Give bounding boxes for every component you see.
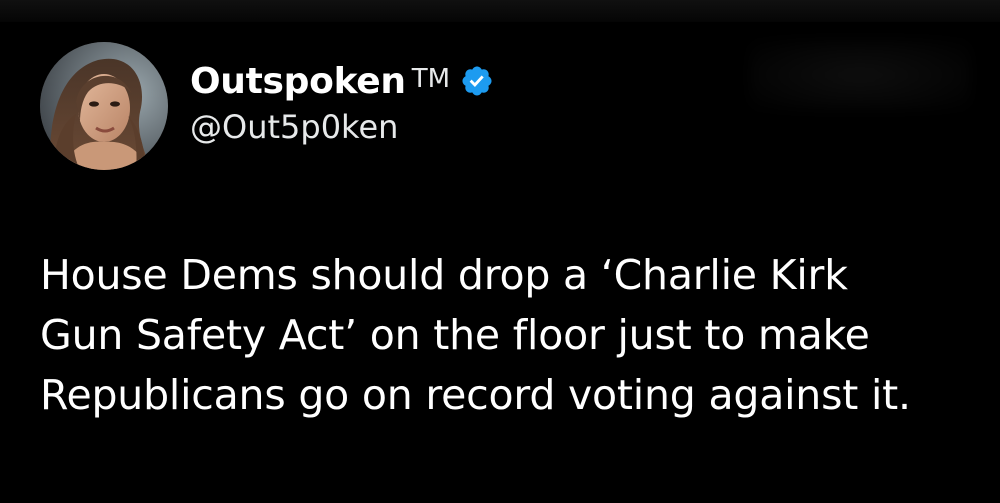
tweet-text-line: Gun Safety Act’ on the floor just to mak… [40,311,870,359]
tweet-header: Outspoken TM @Out5p0ken [190,58,494,146]
trademark-mark: TM [411,64,451,94]
tweet-card: Outspoken TM @Out5p0ken House Dems shoul… [0,0,1000,503]
avatar-portrait [40,42,168,170]
tweet-text-line: Republicans go on record voting against … [40,371,911,419]
blurred-background [750,40,970,110]
user-handle[interactable]: @Out5p0ken [190,108,494,146]
tweet-text: House Dems should drop a ‘Charlie Kirk G… [40,245,970,425]
avatar[interactable] [40,42,168,170]
display-name[interactable]: Outspoken [190,61,406,102]
verified-badge-icon [460,64,494,98]
tweet-text-line: House Dems should drop a ‘Charlie Kirk [40,251,848,299]
name-row: Outspoken TM [190,58,494,104]
